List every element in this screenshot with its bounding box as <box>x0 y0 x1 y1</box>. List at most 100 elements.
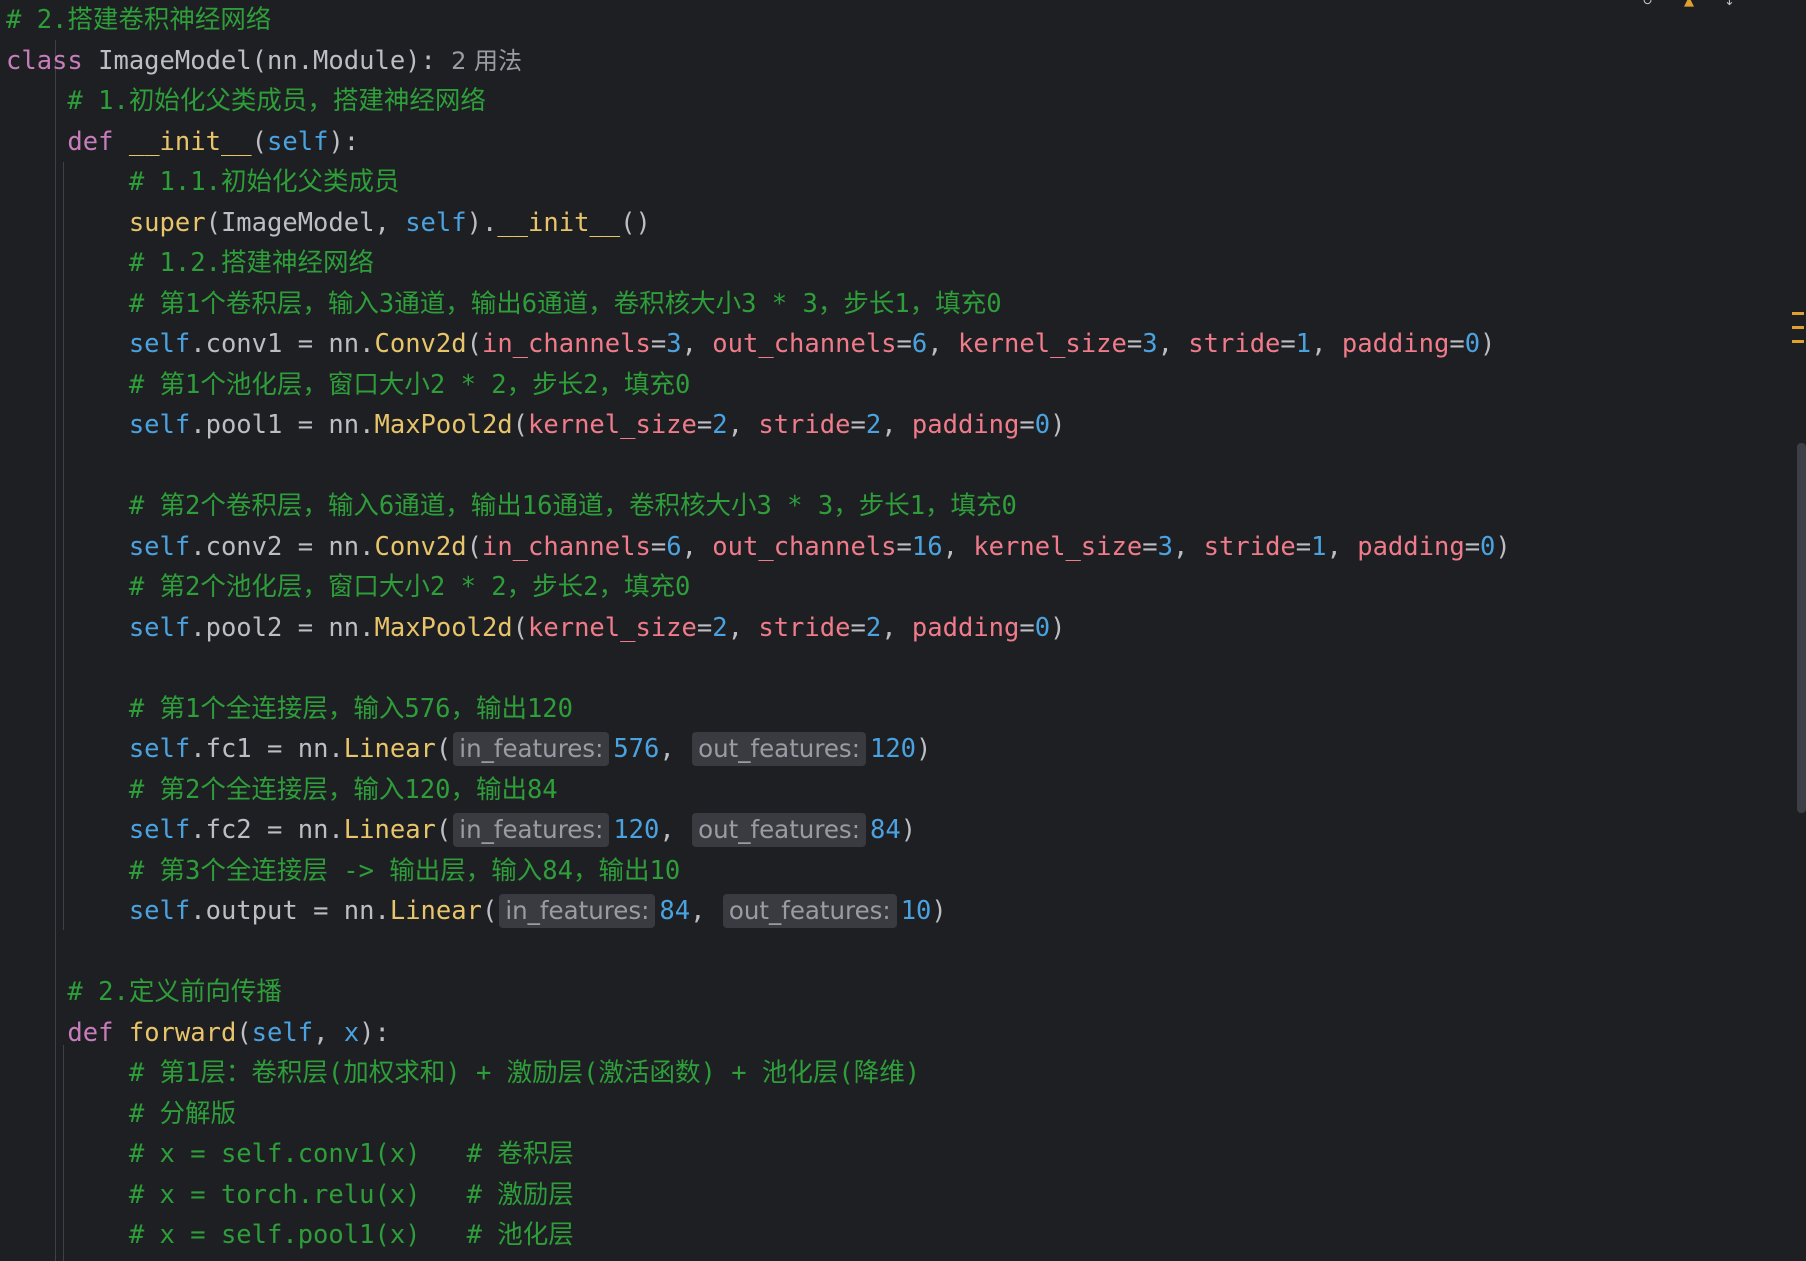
code-token: # 2.定义前向传播 <box>67 977 282 1007</box>
code-line[interactable]: # 第1层：卷积层(加权求和) + 激励层(激活函数) + 池化层(降维) <box>6 1053 920 1093</box>
code-line[interactable]: # 第3个全连接层 -> 输出层，输入84，输出10 <box>6 851 680 891</box>
code-line[interactable]: self.output = nn.Linear(in_features: 84, … <box>6 891 947 931</box>
warning-icon[interactable]: ▲ <box>1684 0 1694 9</box>
code-token: # 第2个全连接层，输入120，输出84 <box>128 774 558 805</box>
navigate-icon[interactable]: ↕ <box>1724 0 1735 9</box>
vertical-scrollbar[interactable] <box>1790 0 1806 1261</box>
code-line[interactable]: # 第1个卷积层，输入3通道，输出6通道，卷积核大小3 * 3，步长1，填充0 <box>6 284 1002 324</box>
code-token: # 2.搭建卷积神经网络 <box>6 5 272 35</box>
code-token: ) <box>900 815 917 845</box>
warning-marker[interactable] <box>1792 312 1804 315</box>
code-token: = <box>650 329 667 359</box>
code-line[interactable]: # 第1个池化层，窗口大小2 * 2，步长2，填充0 <box>6 365 691 405</box>
code-line[interactable]: # x = torch.relu(x) # 激励层 <box>6 1175 574 1215</box>
code-token: ) <box>1480 329 1496 359</box>
warning-marker[interactable] <box>1792 340 1804 343</box>
code-line[interactable]: self.fc1 = nn.Linear(in_features: 576, ou… <box>6 729 931 769</box>
code-token: Linear <box>343 815 436 845</box>
scrollbar-thumb[interactable] <box>1797 443 1806 813</box>
code-line[interactable]: # x = self.conv1(x) # 卷积层 <box>6 1134 574 1174</box>
parameter-hint[interactable]: in_features: <box>499 894 656 928</box>
code-token: x <box>343 1017 360 1048</box>
warning-marker[interactable] <box>1792 326 1804 329</box>
code-line[interactable]: # 第2个全连接层，输入120，输出84 <box>6 770 558 810</box>
code-line[interactable]: # 1.1.初始化父类成员 <box>6 162 400 202</box>
code-token: # 第1个全连接层，输入576，输出120 <box>128 693 573 724</box>
code-token: = <box>896 531 912 562</box>
code-token: # 第3个全连接层 -> 输出层，输入84，输出10 <box>128 855 681 886</box>
code-token: ( <box>481 896 498 926</box>
code-line[interactable]: # 2.定义前向传播 <box>6 972 282 1012</box>
code-token: 10 <box>900 896 932 926</box>
code-token: ) <box>1050 612 1066 643</box>
code-line[interactable]: self.conv2 = nn.Conv2d(in_channels=6, ou… <box>6 527 1511 567</box>
code-line[interactable]: # 分解版 <box>6 1094 236 1134</box>
code-token: Conv2d <box>374 329 467 359</box>
code-token: , <box>681 329 713 359</box>
code-token: 3 <box>1142 329 1158 359</box>
code-line[interactable]: super(ImageModel, self).__init__() <box>6 203 651 243</box>
code-token: padding <box>1357 531 1465 562</box>
code-line[interactable]: self.pool2 = nn.MaxPool2d(kernel_size=2,… <box>6 608 1066 648</box>
code-line[interactable]: # 1.初始化父类成员，搭建神经网络 <box>6 81 485 121</box>
code-line[interactable]: # 2.搭建卷积神经网络 <box>6 0 271 40</box>
code-token: super <box>128 207 206 238</box>
code-line[interactable]: self.conv1 = nn.Conv2d(in_channels=3, ou… <box>6 324 1496 364</box>
code-token: ) <box>1495 531 1511 562</box>
code-line[interactable]: self.pool1 = nn.MaxPool2d(kernel_size=2,… <box>6 405 1066 445</box>
parameter-hint[interactable]: out_features: <box>692 732 866 766</box>
code-token: , <box>1157 329 1189 359</box>
code-token: self <box>405 207 467 238</box>
code-line[interactable]: def __init__(self): <box>6 122 359 162</box>
code-token: padding <box>911 410 1020 440</box>
code-line[interactable]: # x = self.pool1(x) # 池化层 <box>6 1215 574 1255</box>
parameter-hint[interactable]: out_features: <box>722 894 897 928</box>
code-token: .pool2 = nn. <box>190 612 375 643</box>
code-token: ( <box>435 734 452 764</box>
code-line[interactable]: # 第1个全连接层，输入576，输出120 <box>6 689 573 729</box>
code-token: def <box>67 1017 129 1048</box>
parameter-hint[interactable]: in_features: <box>453 813 610 847</box>
code-line[interactable]: # 第2个池化层，窗口大小2 * 2，步长2，填充0 <box>6 567 691 607</box>
code-token: 0 <box>1480 531 1496 562</box>
reload-icon[interactable]: ↻ <box>1642 0 1653 9</box>
code-token: self <box>128 329 191 359</box>
code-token: padding <box>911 612 1020 643</box>
code-token: = <box>1019 612 1035 643</box>
code-token: = <box>1280 329 1296 359</box>
code-token: self <box>128 410 191 440</box>
code-line[interactable]: # 第2个卷积层，输入6通道，输出16通道，卷积核大小3 * 3，步长1，填充0 <box>6 486 1017 526</box>
code-token: 6 <box>911 329 928 359</box>
code-token: 2 <box>712 612 728 643</box>
code-token: 1 <box>1295 329 1312 359</box>
parameter-hint[interactable]: out_features: <box>692 813 866 847</box>
code-token: .fc2 = nn. <box>190 815 344 845</box>
code-token: self <box>267 126 329 157</box>
code-token: .conv1 = nn. <box>190 329 375 359</box>
code-token: self <box>128 896 191 926</box>
code-token: , <box>942 531 974 562</box>
code-line[interactable]: self.fc2 = nn.Linear(in_features: 120, ou… <box>6 810 916 850</box>
parameter-hint[interactable]: in_features: <box>453 732 610 766</box>
code-token: stride <box>758 612 851 643</box>
code-token: kernel_size <box>957 329 1127 359</box>
code-token: 0 <box>1034 410 1051 440</box>
code-token: out_channels <box>712 531 897 562</box>
code-token: kernel_size <box>973 531 1143 562</box>
code-editor[interactable]: # 2.搭建卷积神经网络 class ImageModel(nn.Module):… <box>0 0 1790 1261</box>
code-token: 576 <box>613 734 660 764</box>
code-line[interactable]: def forward(self, x): <box>6 1013 389 1053</box>
code-token: .output = nn. <box>190 896 390 926</box>
code-line[interactable]: class ImageModel(nn.Module): 2 用法 <box>6 41 522 81</box>
code-token: , <box>659 734 691 764</box>
code-token: stride <box>758 410 851 440</box>
code-line[interactable]: # 1.2.搭建神经网络 <box>6 243 374 283</box>
code-token: ( <box>236 1017 252 1048</box>
